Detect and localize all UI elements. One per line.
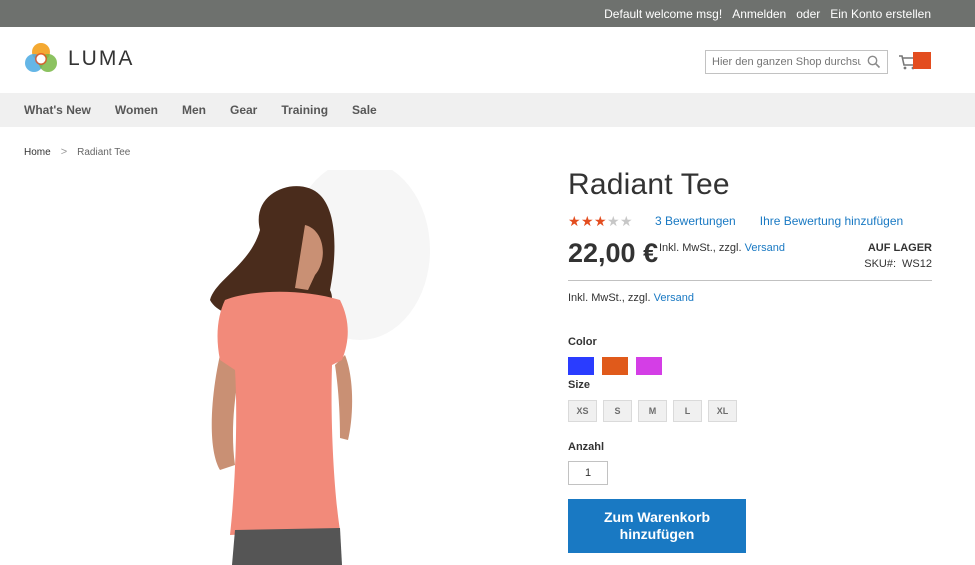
tax-text: Inkl. MwSt., zzgl. xyxy=(659,242,742,254)
product-image[interactable] xyxy=(190,170,435,565)
nav-item-women[interactable]: Women xyxy=(115,103,158,117)
size-option-l[interactable]: L xyxy=(673,400,702,422)
reviews-link[interactable]: 3 Bewertungen xyxy=(655,214,736,228)
tax-info-secondary: Inkl. MwSt., zzgl. Versand xyxy=(568,292,694,304)
sign-in-link[interactable]: Anmelden xyxy=(732,7,786,21)
star-icon: ★ xyxy=(620,213,633,229)
product-price: 22,00 € xyxy=(568,238,659,268)
nav-item-men[interactable]: Men xyxy=(182,103,206,117)
tax-text-secondary: Inkl. MwSt., zzgl. xyxy=(568,292,651,304)
color-swatches xyxy=(568,357,662,375)
size-option-m[interactable]: M xyxy=(638,400,667,422)
top-links: Default welcome msg! Anmelden oder Ein K… xyxy=(604,0,931,27)
logo-text: LUMA xyxy=(68,47,135,70)
color-swatch-blue[interactable] xyxy=(568,357,594,375)
nav-item-whats-new[interactable]: What's New xyxy=(24,103,91,117)
size-label: Size xyxy=(568,379,591,391)
add-to-cart-button[interactable]: Zum Warenkorb hinzufügen xyxy=(568,499,746,553)
rating-stars: ★ ★ ★ ★ ★ xyxy=(568,213,633,229)
search-input[interactable] xyxy=(706,51,861,73)
color-swatch-purple[interactable] xyxy=(636,357,662,375)
nav-item-training[interactable]: Training xyxy=(281,103,328,117)
logo[interactable]: LUMA xyxy=(24,42,134,76)
or-text: oder xyxy=(796,6,821,21)
star-icon: ★ xyxy=(607,213,620,229)
size-options: XS S M L XL xyxy=(568,400,737,422)
sku-info: SKU#: WS12 xyxy=(864,258,932,270)
size-option-s[interactable]: S xyxy=(603,400,632,422)
breadcrumb-home[interactable]: Home xyxy=(24,147,51,158)
search-icon[interactable] xyxy=(867,55,881,69)
color-label: Color xyxy=(568,336,597,348)
star-icon: ★ xyxy=(568,213,581,229)
mini-cart[interactable] xyxy=(898,51,932,71)
header: LUMA xyxy=(0,27,975,93)
quantity-input[interactable]: 1 xyxy=(568,461,608,485)
size-option-xl[interactable]: XL xyxy=(708,400,737,422)
sku-value: WS12 xyxy=(902,258,932,270)
breadcrumb-separator-icon: > xyxy=(60,146,68,158)
top-bar: Default welcome msg! Anmelden oder Ein K… xyxy=(0,0,975,27)
size-option-xs[interactable]: XS xyxy=(568,400,597,422)
rating-summary: ★ ★ ★ ★ ★ 3 Bewertungen Ihre Bewertung h… xyxy=(568,214,927,228)
main-navigation: What's New Women Men Gear Training Sale xyxy=(0,93,975,127)
stock-status: AUF LAGER xyxy=(867,242,932,254)
quantity-label: Anzahl xyxy=(568,441,605,453)
nav-item-gear[interactable]: Gear xyxy=(230,103,257,117)
welcome-message: Default welcome msg! xyxy=(604,6,723,21)
breadcrumb-current: Radiant Tee xyxy=(77,146,131,158)
search-box[interactable] xyxy=(705,50,888,74)
nav-item-sale[interactable]: Sale xyxy=(352,103,377,117)
product-info: Radiant Tee ★ ★ ★ ★ ★ 3 Bewertungen Ihre… xyxy=(568,168,932,553)
cart-count-badge[interactable] xyxy=(913,52,931,69)
tax-info: Inkl. MwSt., zzgl. Versand xyxy=(659,242,785,254)
shipping-link-secondary[interactable]: Versand xyxy=(654,292,694,304)
luma-logo-icon xyxy=(25,43,57,72)
color-swatch-orange[interactable] xyxy=(602,357,628,375)
add-review-link[interactable]: Ihre Bewertung hinzufügen xyxy=(760,214,903,228)
price-box: 22,00 € Inkl. MwSt., zzgl. Versand AUF L… xyxy=(568,238,932,281)
product-title: Radiant Tee xyxy=(568,168,730,201)
star-icon: ★ xyxy=(594,213,607,229)
breadcrumb: Home > Radiant Tee xyxy=(24,146,130,158)
shipping-link[interactable]: Versand xyxy=(745,242,785,254)
sku-label: SKU#: xyxy=(864,258,897,270)
star-icon: ★ xyxy=(581,213,594,229)
create-account-link[interactable]: Ein Konto erstellen xyxy=(830,7,931,21)
